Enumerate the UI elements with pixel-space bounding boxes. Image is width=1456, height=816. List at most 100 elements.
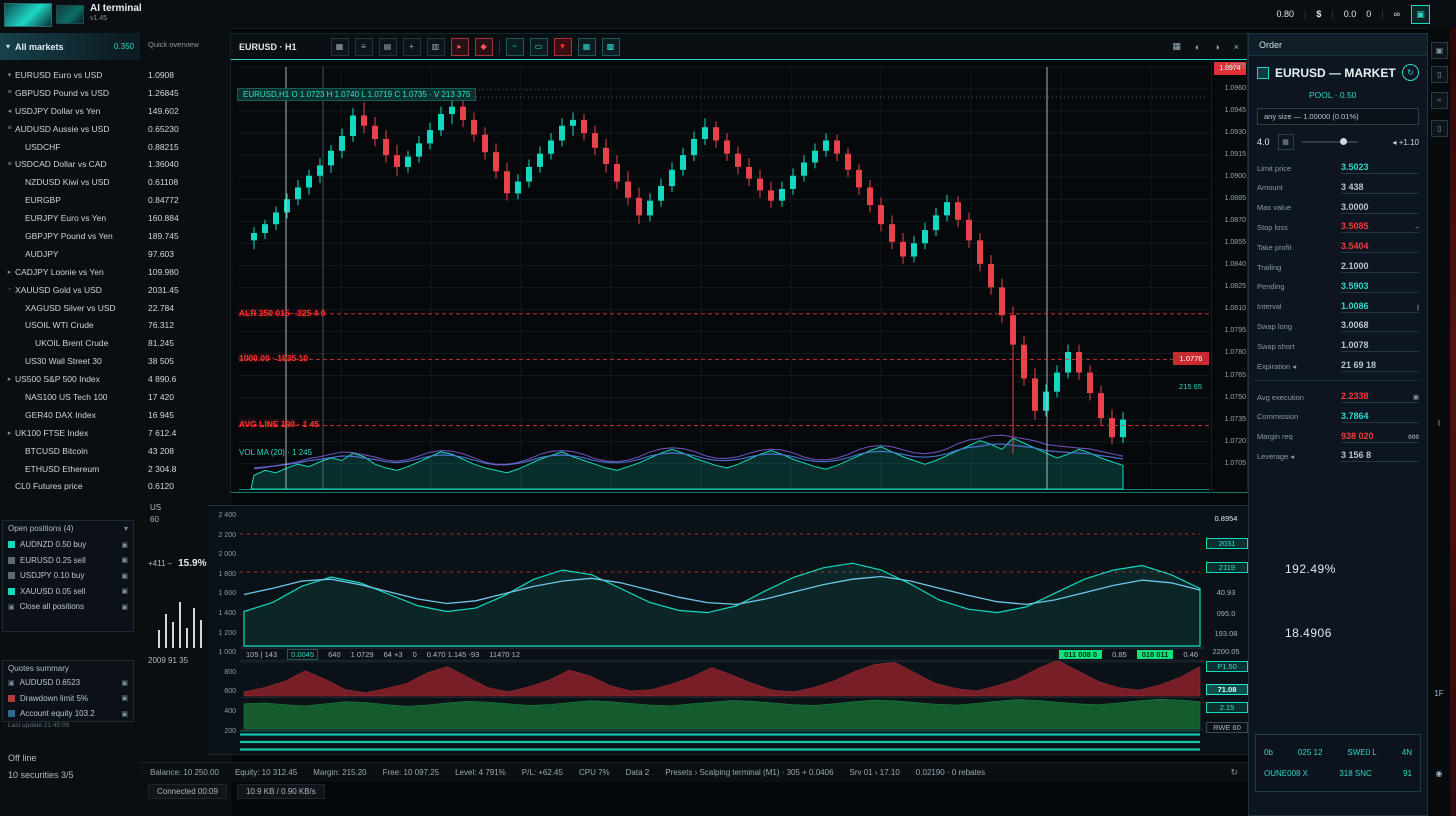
panel-icon[interactable]: ▯ [1431,66,1448,83]
quote-price-row[interactable]: 0.88215 [140,138,230,156]
close-icon[interactable]: × [1234,42,1239,52]
watchlist-row[interactable]: ▸CADJPY Loonie vs Yen [0,263,139,281]
list-icon[interactable]: ≡ [355,38,373,56]
copy-icon[interactable]: ▣ [121,679,128,687]
copy-icon[interactable]: ▣ [121,694,128,702]
maximize-circle-icon[interactable]: ◑ [1214,42,1219,52]
watchlist-row[interactable]: ≡GBPUSD Pound vs USD [0,84,139,102]
watchlist-row[interactable]: NZDUSD Kiwi vs USD [0,173,139,191]
field-value[interactable]: 1.0086| [1341,301,1419,313]
quote-price-row[interactable]: 1.0908 [140,66,230,84]
random-icon[interactable]: ▦ [1278,134,1294,150]
position-row[interactable]: USDJPY 0.10 buy▣ [8,568,128,584]
order-panel-header[interactable]: Order [1249,34,1427,56]
quote-price-row[interactable]: 149.602 [140,102,230,120]
watchlist-row[interactable]: AUDJPY [0,245,139,263]
quote-price-row[interactable]: 17 420 [140,388,230,406]
watchlist-row[interactable]: CL0 Futures price [0,477,139,495]
watchlist-row[interactable]: ▾EURUSD Euro vs USD [0,66,139,84]
field-value[interactable]: 2.2338▣ [1341,391,1419,403]
field-value[interactable]: 938 020000 [1341,431,1419,443]
dollar-icon[interactable]: $ [1316,9,1321,19]
watchlist-row[interactable]: EURGBP [0,191,139,209]
layers-icon[interactable]: ≈ [1431,92,1448,109]
pattern-icon[interactable]: ▦ [578,38,596,56]
watchlist-row[interactable]: ≡AUDUSD Aussie vs USD [0,120,139,138]
position-row[interactable]: EURUSD 0.25 sell▣ [8,553,128,569]
watchlist-row[interactable]: USDCHF [0,138,139,156]
watchlist-row[interactable]: ◂USDJPY Dollar vs Yen [0,102,139,120]
alert-red-icon[interactable]: ▸ [451,38,469,56]
quote-price-row[interactable]: 16 945 [140,406,230,424]
field-value[interactable]: 3.5023 [1341,162,1419,174]
volume-step-label[interactable]: ◂ +1.10 [1393,138,1419,147]
quote-price-row[interactable]: 97.603 [140,245,230,263]
infinity-icon[interactable]: ∞ [1394,9,1400,19]
volume-slider[interactable] [1302,141,1358,143]
watchlist-row[interactable]: ≡USDCAD Dollar vs CAD [0,155,139,173]
crosshair-icon[interactable]: + [403,38,421,56]
watchlist-row[interactable]: ETHUSD Ethereum [0,460,139,478]
order-symbol[interactable]: EURUSD — MARKET [1275,66,1396,80]
quote-price-row[interactable]: 76.312 [140,316,230,334]
position-row[interactable]: AUDNZD 0.50 buy▣ [8,537,128,553]
copy-icon[interactable]: ▣ [121,572,128,580]
watchlist-row[interactable]: US30 Wall Street 30 [0,352,139,370]
quote-price-row[interactable]: 0.65230 [140,120,230,138]
target-icon[interactable]: ◉ [1428,766,1450,781]
field-value[interactable]: 3 438 [1341,182,1419,194]
quote-price-row[interactable]: 7 612.4 [140,424,230,442]
watchlist-row[interactable]: GBPJPY Pound vs Yen [0,227,139,245]
field-value[interactable]: 3.5404 [1341,241,1419,253]
quote-price-row[interactable]: 43 208 [140,442,230,460]
wave-icon[interactable]: ~ [506,38,524,56]
price-axis[interactable]: 1.0974 1.09751.09601.09451.09301.09151.0… [1211,60,1248,493]
quote-price-row[interactable]: 1.36040 [140,155,230,173]
chevron-down-icon[interactable]: ▾ [124,524,128,533]
layout-grid-icon[interactable]: ▦ [1172,41,1181,52]
quote-price-row[interactable]: 81.245 [140,334,230,352]
field-value[interactable]: 3 156 8 [1341,450,1419,462]
panel-alt-icon[interactable]: ▯ [1431,120,1448,137]
watchlist-row[interactable]: USOIL WTI Crude [0,316,139,334]
filter-icon[interactable]: ▾ [6,42,10,51]
quote-price-row[interactable]: 0.6120 [140,477,230,495]
grid-icon[interactable]: ▦ [331,38,349,56]
slider-knob[interactable] [1340,138,1347,145]
volume-value[interactable]: 4.0 [1257,137,1270,147]
copy-icon[interactable]: ▣ [1431,42,1448,59]
refresh-icon[interactable]: ↻ [1230,767,1238,778]
copy-icon[interactable]: ▣ [121,603,128,611]
copy-icon[interactable]: ▣ [121,541,128,549]
quote-price-row[interactable]: 109.980 [140,263,230,281]
copy-icon[interactable]: ▣ [121,710,128,718]
cursor-icon[interactable]: I [1428,416,1450,431]
quote-price-row[interactable]: 22.784 [140,299,230,317]
watchlist-row[interactable]: BTCUSD Bitcoin [0,442,139,460]
indicator-chart[interactable] [240,506,1204,756]
watchlist-row[interactable]: GER40 DAX Index [0,406,139,424]
flag-red-icon[interactable]: ◆ [475,38,493,56]
quote-price-row[interactable]: 2031.45 [140,281,230,299]
order-size-input[interactable]: any size — 1.00000 (0.01%) [1257,108,1419,125]
copy-icon[interactable]: ▣ [121,556,128,564]
field-value[interactable]: 3.5085– [1341,221,1419,233]
field-value[interactable]: 3.0000 [1341,202,1419,214]
quote-price-row[interactable]: 160.884 [140,209,230,227]
quote-price-row[interactable]: 1.26845 [140,84,230,102]
refresh-icon[interactable]: ↻ [1402,64,1419,81]
watchlist-row[interactable]: ▸US500 S&P 500 Index [0,370,139,388]
quote-price-row[interactable]: 2 304.8 [140,460,230,478]
chart-type-icon[interactable]: ▤ [379,38,397,56]
hotkey-icon[interactable]: 1F [1428,686,1450,701]
watchlist-row[interactable]: NAS100 US Tech 100 [0,388,139,406]
watchlist-row[interactable]: UKOIL Brent Crude [0,334,139,352]
box-icon[interactable]: ▭ [530,38,548,56]
field-value[interactable]: 3.7864 [1341,411,1419,423]
pattern2-icon[interactable]: ▩ [602,38,620,56]
position-row[interactable]: ▣Close all positions▣ [8,599,128,615]
field-value[interactable]: 3.5903 [1341,281,1419,293]
quote-price-row[interactable]: 0.61108 [140,173,230,191]
position-row[interactable]: XAUUSD 0.05 sell▣ [8,584,128,600]
watchlist-row[interactable]: EURJPY Euro vs Yen [0,209,139,227]
